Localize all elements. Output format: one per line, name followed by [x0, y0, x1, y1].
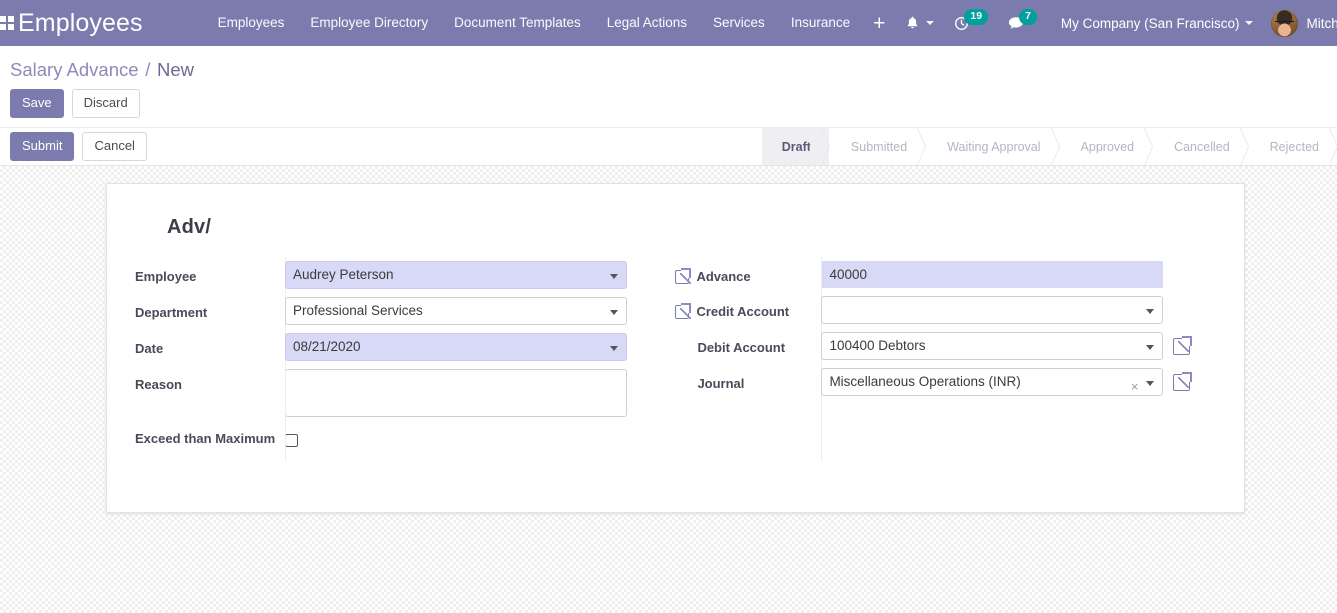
chevron-down-icon: [610, 274, 618, 280]
apps-menu-icon[interactable]: [0, 0, 14, 46]
content-area: Adv/ Employee Audrey Peterson Department: [0, 166, 1337, 613]
system-tray: + 19 7 My Company (San Francisco) Mitch: [863, 0, 1337, 46]
reason-textarea[interactable]: [285, 369, 627, 418]
debit-account-input[interactable]: 100400 Debtors: [821, 332, 1164, 361]
advance-amount-input[interactable]: 40000: [821, 261, 1164, 289]
statusbar: Draft Submitted Waiting Approval Approve…: [761, 128, 1337, 166]
plus-icon: +: [873, 11, 886, 35]
chevron-down-icon: [610, 310, 618, 316]
breadcrumb-current: New: [156, 59, 194, 80]
chevron-down-icon: [610, 346, 618, 352]
main-menu: Employees Employee Directory Document Te…: [205, 0, 864, 46]
date-label: Date: [135, 341, 164, 357]
form-column-right: Advance 40000 Credit Account Debit Accou…: [675, 257, 1216, 463]
form-columns: Employee Audrey Peterson Department Prof…: [135, 257, 1216, 463]
company-name: My Company (San Francisco): [1060, 15, 1240, 31]
debit-account-label: Debit Account: [697, 340, 786, 356]
field-group-debit-account: Debit Account 100400 Debtors: [675, 332, 1216, 361]
save-button[interactable]: Save: [10, 89, 64, 119]
chevron-down-icon: [1146, 309, 1155, 315]
menu-item-legal-actions[interactable]: Legal Actions: [594, 0, 700, 46]
employee-label: Employee: [135, 269, 197, 285]
menu-item-services[interactable]: Services: [700, 0, 778, 46]
status-stage-draft[interactable]: Draft: [761, 128, 829, 166]
workflow-buttons: Submit Cancel: [10, 132, 147, 162]
field-group-journal: Journal Miscellaneous Operations (INR) ×: [675, 368, 1216, 397]
field-group-exceed-maximum: Exceed than Maximum: [135, 427, 651, 454]
clear-icon[interactable]: ×: [1131, 374, 1139, 400]
apps-grid-glyph: [0, 16, 14, 30]
user-menu[interactable]: Mitchell Admin: [1261, 9, 1337, 37]
date-input[interactable]: 08/21/2020: [285, 333, 627, 362]
chevron-down-icon: [1146, 345, 1155, 351]
external-link-icon[interactable]: [675, 303, 692, 320]
breadcrumb-separator: /: [145, 59, 151, 80]
app-brand-title[interactable]: Employees: [14, 0, 153, 46]
department-label: Department: [135, 305, 208, 321]
breadcrumb: Salary Advance / New: [0, 46, 1337, 83]
chevron-down-icon: [1146, 381, 1155, 387]
breadcrumb-root-link[interactable]: Salary Advance: [10, 59, 139, 80]
avatar: [1271, 9, 1299, 37]
user-name: Mitchell Admin: [1306, 15, 1337, 31]
status-stage-waiting-approval[interactable]: Waiting Approval: [925, 128, 1058, 165]
control-panel: Salary Advance / New Save Discard: [0, 46, 1337, 128]
field-group-date: Date 08/21/2020: [135, 333, 651, 362]
credit-account-input[interactable]: [821, 296, 1164, 325]
messages-button[interactable]: 7: [998, 0, 1047, 46]
status-stage-cancelled[interactable]: Cancelled: [1152, 128, 1248, 165]
journal-open-icon[interactable]: [1173, 371, 1193, 391]
credit-account-label-wrap: Credit Account: [675, 296, 821, 321]
messages-badge: 7: [1019, 8, 1037, 26]
form-column-left: Employee Audrey Peterson Department Prof…: [135, 257, 651, 463]
discard-button[interactable]: Discard: [71, 89, 140, 119]
status-stage-rejected[interactable]: Rejected: [1248, 128, 1337, 165]
menu-item-employees[interactable]: Employees: [205, 0, 298, 46]
company-switcher[interactable]: My Company (San Francisco): [1047, 0, 1262, 46]
reason-label: Reason: [135, 377, 182, 393]
menu-item-document-templates[interactable]: Document Templates: [441, 0, 594, 46]
notifications-button[interactable]: [895, 0, 944, 46]
activities-button[interactable]: 19: [944, 0, 998, 46]
journal-label: Journal: [697, 376, 745, 392]
advance-label-wrap: Advance: [675, 261, 821, 286]
chevron-down-icon: [926, 21, 935, 25]
field-group-employee: Employee Audrey Peterson: [135, 261, 651, 290]
form-sheet: Adv/ Employee Audrey Peterson Department: [106, 183, 1245, 514]
cancel-button[interactable]: Cancel: [82, 132, 147, 162]
field-group-reason: Reason: [135, 369, 651, 418]
menu-item-employee-directory[interactable]: Employee Directory: [297, 0, 441, 46]
submit-button[interactable]: Submit: [10, 132, 75, 162]
bell-icon: [908, 16, 918, 29]
field-group-advance: Advance 40000: [675, 261, 1216, 289]
external-link-icon[interactable]: [675, 268, 692, 285]
department-input[interactable]: Professional Services: [285, 297, 627, 326]
action-status-row: Submit Cancel Draft Submitted Waiting Ap…: [0, 127, 1337, 167]
create-record-button[interactable]: +: [863, 0, 895, 46]
field-group-credit-account: Credit Account: [675, 296, 1216, 325]
exceed-maximum-checkbox[interactable]: [285, 434, 298, 448]
exceed-maximum-label: Exceed than Maximum: [135, 431, 276, 447]
menu-item-insurance[interactable]: Insurance: [778, 0, 863, 46]
advance-label: Advance: [696, 269, 751, 285]
status-stage-approved[interactable]: Approved: [1059, 128, 1153, 165]
employee-input[interactable]: Audrey Peterson: [285, 261, 627, 290]
journal-input[interactable]: Miscellaneous Operations (INR) ×: [821, 368, 1164, 397]
page-title: Adv/: [167, 216, 212, 239]
credit-account-label: Credit Account: [696, 304, 790, 320]
top-navbar: Employees Employees Employee Directory D…: [0, 0, 1337, 46]
activities-badge: 19: [964, 8, 989, 26]
chevron-down-icon: [1245, 21, 1254, 25]
field-group-department: Department Professional Services: [135, 297, 651, 326]
debit-account-open-icon[interactable]: [1173, 335, 1193, 355]
save-discard-bar: Save Discard: [0, 83, 1337, 127]
status-stage-submitted[interactable]: Submitted: [829, 128, 925, 165]
